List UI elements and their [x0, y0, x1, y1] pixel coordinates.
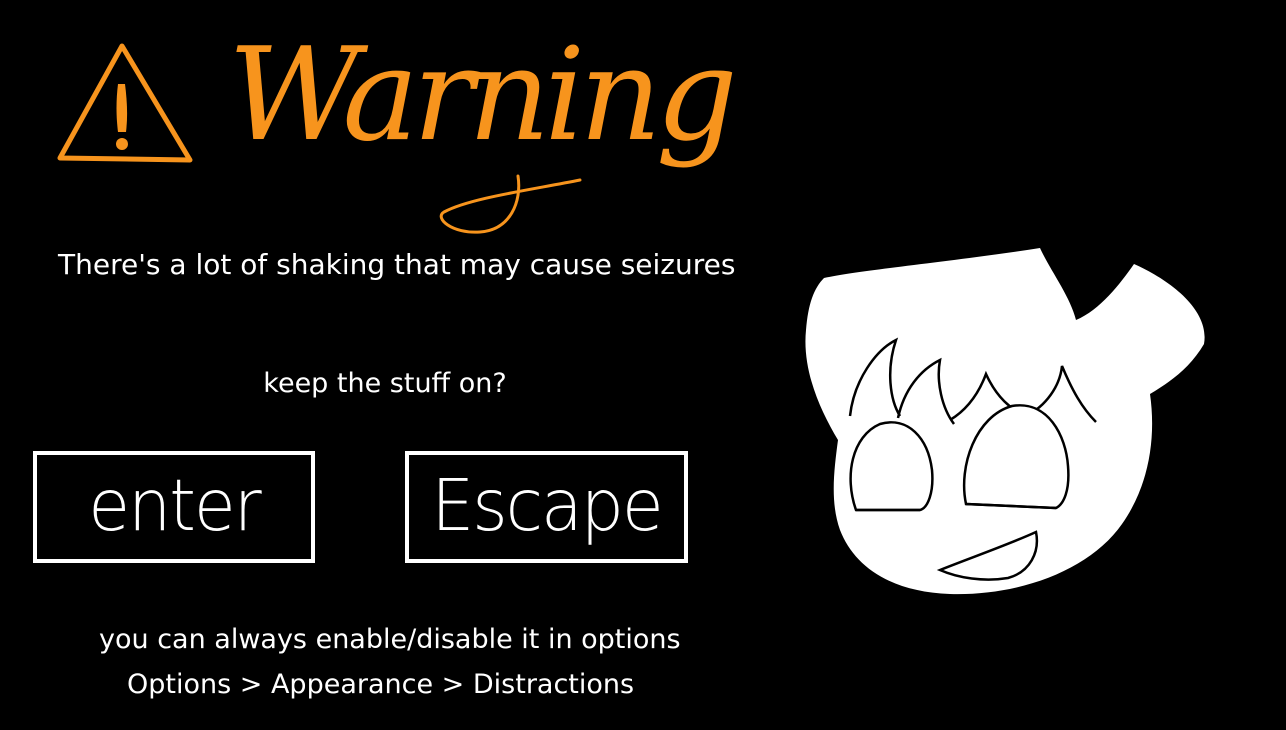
enter-button[interactable]: enter	[33, 451, 315, 563]
seizure-warning-text: There's a lot of shaking that may cause …	[58, 248, 736, 281]
options-note: you can always enable/disable it in opti…	[99, 624, 681, 655]
escape-button[interactable]: Escape	[405, 451, 688, 563]
keep-effects-prompt: keep the stuff on?	[263, 368, 507, 399]
warning-title: Warning	[228, 21, 738, 170]
options-path: Options > Appearance > Distractions	[127, 669, 635, 700]
character-face-icon	[805, 248, 1205, 595]
title-swash-decoration	[439, 174, 582, 234]
warning-screen: Warning There's a lot of shaking that ma…	[0, 0, 1286, 730]
escape-button-label: Escape	[431, 465, 663, 548]
enter-button-label: enter	[88, 465, 261, 548]
warning-triangle-icon	[57, 43, 193, 163]
